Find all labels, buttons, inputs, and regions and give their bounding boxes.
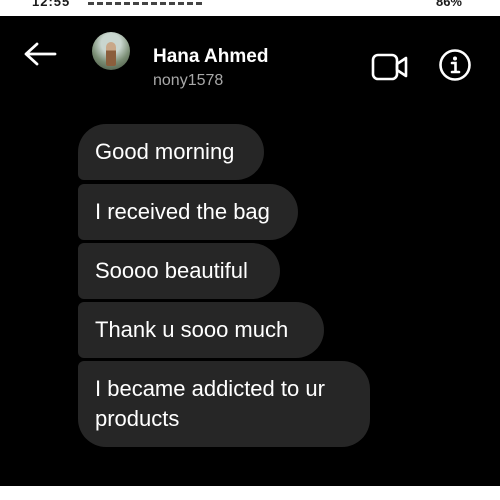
message-bubble[interactable]: I became addicted to ur products [78,361,370,447]
back-button[interactable] [22,38,58,70]
avatar[interactable] [92,32,130,70]
contact-username: nony1578 [153,72,224,89]
status-time: 12:55 [32,0,71,9]
info-button[interactable] [438,48,472,82]
contact-name[interactable]: Hana Ahmed [153,46,268,68]
battery-level: 86% [435,0,462,9]
avatar-figure [106,42,116,66]
message-bubble[interactable]: Thank u sooo much [78,302,324,358]
video-call-icon [371,53,408,81]
message-bubble[interactable]: Soooo beautiful [78,243,280,299]
message-bubble[interactable]: Good morning [78,124,264,180]
info-icon [439,49,471,81]
notification-icons [88,2,203,5]
video-call-button[interactable] [370,50,410,84]
arrow-left-icon [24,42,57,66]
status-bar: 12:55 86% [0,0,500,16]
message-bubble[interactable]: I received the bag [78,184,298,240]
